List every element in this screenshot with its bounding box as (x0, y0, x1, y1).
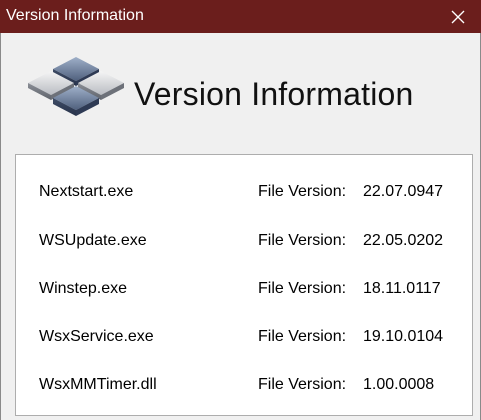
file-name: Winstep.exe (39, 280, 128, 297)
list-item: Nextstart.exe File Version: 22.07.0947 (16, 181, 474, 205)
file-name: Nextstart.exe (39, 183, 134, 200)
file-version-label: File Version: (258, 328, 347, 345)
list-item: Winstep.exe File Version: 18.11.0117 (16, 278, 474, 302)
file-version-label: File Version: (258, 232, 347, 249)
file-version-label: File Version: (258, 183, 347, 200)
version-list-panel: Nextstart.exe File Version: 22.07.0947 W… (15, 154, 473, 416)
winstep-logo-icon (28, 57, 124, 116)
list-item: WsxMMTimer.dll File Version: 1.00.0008 (16, 374, 474, 398)
file-version-value: 1.00.0008 (363, 376, 435, 393)
list-item: WSUpdate.exe File Version: 22.05.0202 (16, 230, 474, 254)
page-heading: Version Information (134, 76, 414, 112)
close-button[interactable] (435, 0, 481, 33)
file-version-value: 22.05.0202 (363, 232, 444, 249)
close-icon (451, 10, 465, 23)
file-version-label: File Version: (258, 280, 347, 297)
file-version-value: 18.11.0117 (363, 280, 441, 297)
title-bar: Version Information (0, 0, 481, 33)
file-name: WsxService.exe (39, 328, 154, 345)
file-version-value: 19.10.0104 (363, 328, 444, 345)
file-version-value: 22.07.0947 (363, 183, 444, 200)
file-name: WSUpdate.exe (39, 232, 147, 249)
window-title: Version Information (6, 7, 144, 24)
list-item: WsxService.exe File Version: 19.10.0104 (16, 326, 474, 350)
file-version-label: File Version: (258, 376, 347, 393)
file-name: WsxMMTimer.dll (39, 376, 157, 393)
